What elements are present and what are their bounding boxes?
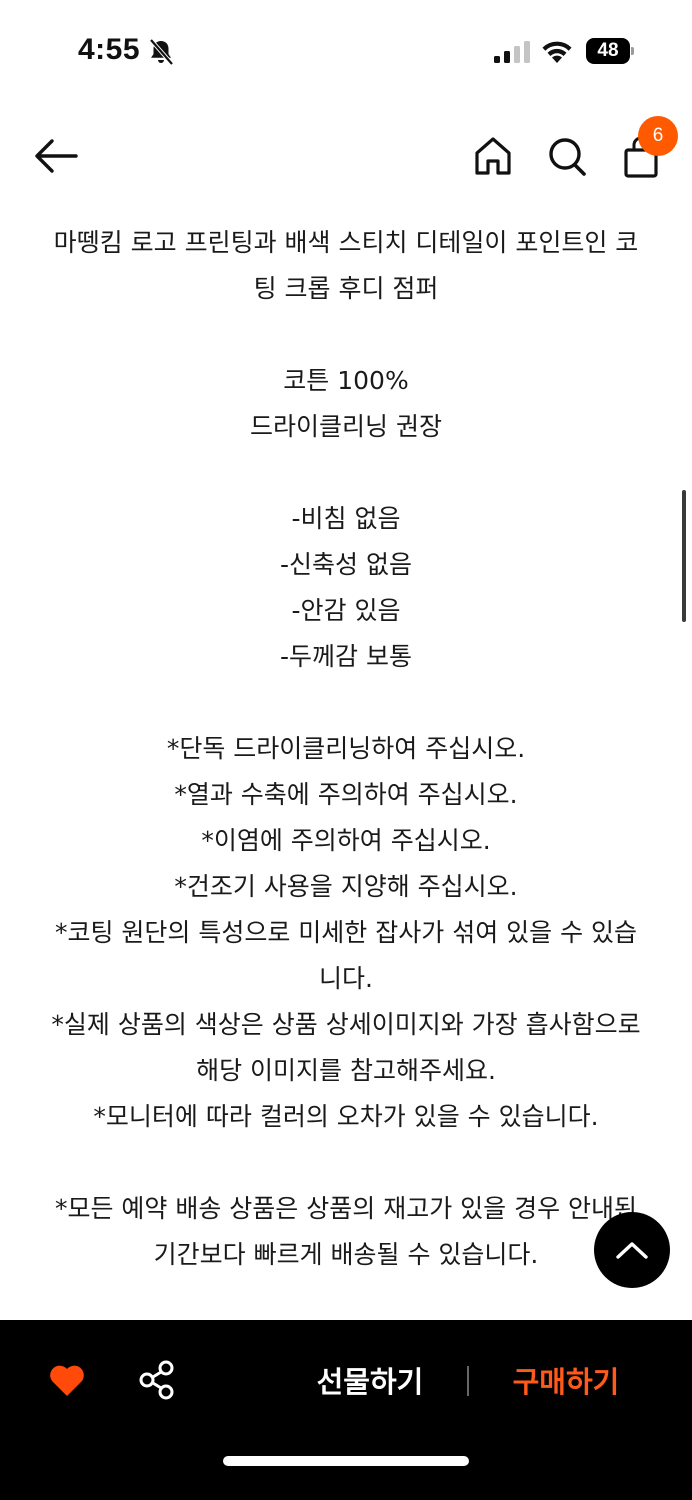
description-line (32, 680, 660, 726)
description-line: 해당 이미지를 참고해주세요. (196, 1056, 496, 1085)
home-indicator[interactable] (223, 1456, 469, 1466)
product-detail-screen: 4:55 48 6 마뗑킴 로고 프린팅과 배색 스티치 디테일이 포인트인 코… (0, 0, 692, 1500)
gift-button[interactable]: 선물하기 (300, 1360, 440, 1404)
description-line (32, 312, 660, 358)
signal-icon (494, 41, 530, 63)
cart-count-badge: 6 (638, 116, 678, 156)
share-icon[interactable] (138, 1360, 176, 1400)
description-line: *모든 예약 배송 상품은 상품의 재고가 있을 경우 안내된 (54, 1194, 638, 1223)
description-line: *열과 수축에 주의하여 주십시오. (174, 780, 518, 809)
description-line: -두께감 보통 (280, 642, 412, 671)
description-line: *실제 상품의 색상은 상품 상세이미지와 가장 흡사함으로 (51, 1010, 641, 1039)
description-line: 니다. (319, 964, 373, 993)
scrollbar[interactable] (682, 490, 686, 622)
battery-level: 48 (597, 40, 619, 61)
back-arrow-icon[interactable] (30, 136, 82, 176)
description-line: *코팅 원단의 특성으로 미세한 잡사가 섞여 있을 수 있습 (54, 918, 638, 947)
divider (467, 1366, 469, 1396)
description-line: *이염에 주의하여 주십시오. (201, 826, 491, 855)
status-bar: 4:55 48 (0, 0, 692, 100)
bell-slash-icon (149, 38, 174, 66)
description-line (32, 1140, 660, 1186)
buy-button[interactable]: 구매하기 (496, 1360, 636, 1404)
description-line: 팅 크롭 후디 점퍼 (253, 274, 439, 303)
description-line: 드라이클리닝 권장 (250, 412, 442, 441)
home-icon[interactable] (472, 134, 514, 178)
search-icon[interactable] (546, 134, 588, 178)
description-line: 마뗑킴 로고 프린팅과 배색 스티치 디테일이 포인트인 코 (53, 228, 639, 257)
scroll-to-top-button[interactable] (594, 1212, 670, 1288)
heart-icon[interactable] (48, 1362, 86, 1398)
status-time: 4:55 (78, 33, 141, 66)
wifi-icon (542, 41, 572, 63)
description-line: 기간보다 빠르게 배송될 수 있습니다. (153, 1240, 539, 1269)
description-line: *모니터에 따라 컬러의 오차가 있을 수 있습니다. (93, 1102, 599, 1131)
description-line: *단독 드라이클리닝하여 주십시오. (166, 734, 526, 763)
chevron-up-icon (616, 1242, 648, 1259)
description-line: -비침 없음 (291, 504, 401, 533)
bottom-action-bar: 선물하기 구매하기 (0, 1320, 692, 1500)
product-description: 마뗑킴 로고 프린팅과 배색 스티치 디테일이 포인트인 코 팅 크롭 후디 점… (32, 220, 660, 1278)
battery-icon: 48 (586, 38, 634, 64)
description-line: -신축성 없음 (280, 550, 412, 579)
description-line (32, 450, 660, 496)
description-line: 코튼 100% (283, 366, 409, 395)
description-line: -안감 있음 (291, 596, 401, 625)
top-navigation (0, 110, 692, 210)
description-line: *건조기 사용을 지양해 주십시오. (174, 872, 518, 901)
